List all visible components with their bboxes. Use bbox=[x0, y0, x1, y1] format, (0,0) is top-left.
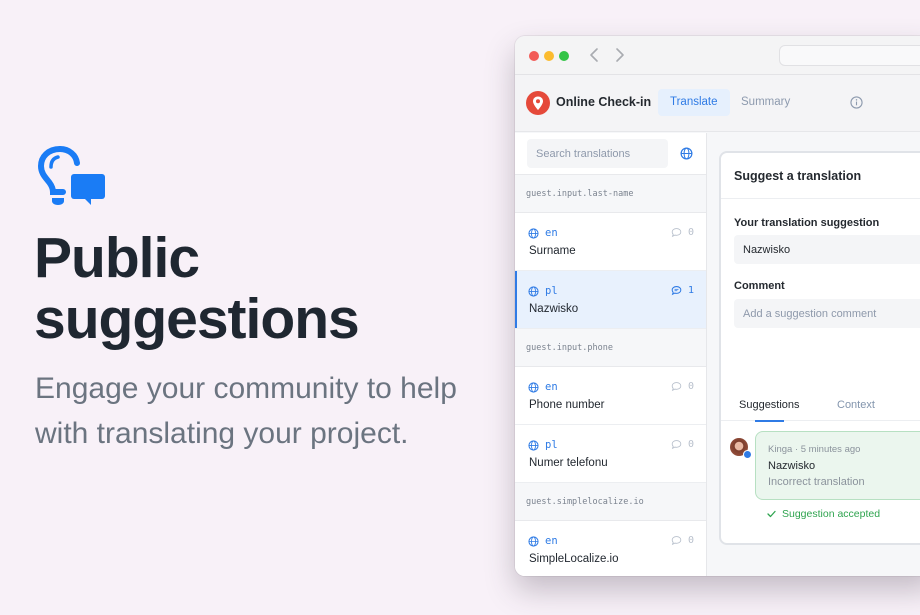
globe-icon bbox=[528, 535, 539, 547]
chevron-left-icon[interactable] bbox=[589, 45, 599, 65]
language-tag: pl bbox=[528, 439, 558, 451]
translation-row[interactable]: en 0 Surname bbox=[515, 213, 706, 271]
comment-icon bbox=[671, 536, 682, 546]
map-pin-icon bbox=[526, 91, 550, 115]
translation-row[interactable]: en 0 Phone number bbox=[515, 367, 706, 425]
language-tag: en bbox=[528, 535, 558, 547]
comment-count[interactable]: 0 bbox=[671, 227, 694, 238]
translation-key[interactable]: guest.input.phone bbox=[515, 329, 706, 367]
lightbulb-chat-icon bbox=[37, 146, 105, 205]
search-translations-input[interactable] bbox=[527, 139, 668, 168]
translation-row[interactable]: en 0 SimpleLocalize.io bbox=[515, 521, 706, 576]
globe-icon bbox=[528, 439, 539, 451]
translation-text: SimpleLocalize.io bbox=[529, 553, 619, 565]
comment-label: Comment bbox=[734, 280, 785, 292]
translation-row[interactable]: pl 0 Numer telefonu bbox=[515, 425, 706, 483]
app-header: Online Check-in Translate Summary bbox=[515, 75, 920, 132]
info-icon[interactable] bbox=[850, 96, 863, 109]
translation-key[interactable]: guest.simplelocalize.io bbox=[515, 483, 706, 521]
suggestion-comment-input[interactable] bbox=[734, 299, 920, 328]
suggestion-text: Nazwisko bbox=[768, 460, 816, 472]
suggestion-status-text: Suggestion accepted bbox=[782, 508, 881, 520]
globe-icon bbox=[528, 381, 539, 393]
hero-title-line2: suggestions bbox=[34, 287, 360, 351]
suggestion-comment: Incorrect translation bbox=[768, 476, 865, 488]
project-title: Online Check-in bbox=[556, 95, 652, 109]
tab-suggestions[interactable]: Suggestions bbox=[739, 399, 800, 422]
globe-icon bbox=[528, 285, 539, 297]
translation-text: Nazwisko bbox=[529, 303, 579, 315]
comment-icon bbox=[671, 440, 682, 450]
address-bar[interactable] bbox=[779, 45, 920, 66]
translation-text: Numer telefonu bbox=[529, 457, 608, 469]
window-titlebar bbox=[515, 36, 920, 75]
app-window: Online Check-in Translate Summary guest.… bbox=[515, 36, 920, 576]
hero-title-line1: Public bbox=[34, 226, 200, 290]
suggestion-tabs: Suggestions Context bbox=[721, 391, 920, 422]
language-code: en bbox=[545, 381, 558, 393]
translation-key[interactable]: guest.input.last-name bbox=[515, 175, 706, 213]
minimize-window-button[interactable] bbox=[544, 51, 554, 61]
zoom-window-button[interactable] bbox=[559, 51, 569, 61]
language-code: en bbox=[545, 227, 558, 239]
language-code: en bbox=[545, 535, 558, 547]
chevron-right-icon[interactable] bbox=[615, 45, 625, 65]
globe-icon[interactable] bbox=[680, 147, 693, 160]
comment-count[interactable]: 0 bbox=[671, 535, 694, 546]
comment-icon bbox=[671, 286, 682, 296]
language-tag: pl bbox=[528, 285, 558, 297]
suggestion-status: Suggestion accepted bbox=[767, 508, 880, 520]
comment-count[interactable]: 0 bbox=[671, 439, 694, 450]
search-row bbox=[515, 133, 706, 175]
language-tag: en bbox=[528, 227, 558, 239]
verified-badge-icon bbox=[743, 450, 752, 459]
checkmark-icon bbox=[767, 510, 776, 518]
tab-context[interactable]: Context bbox=[837, 399, 875, 411]
suggestion-meta: Kinga · 5 minutes ago bbox=[768, 444, 861, 455]
hero-title: Public suggestions bbox=[34, 226, 360, 351]
language-code: pl bbox=[545, 285, 558, 297]
comment-count[interactable]: 1 bbox=[671, 285, 694, 296]
translation-suggestion-input[interactable] bbox=[734, 235, 920, 264]
hero-subtitle: Engage your community to help with trans… bbox=[35, 372, 457, 450]
suggestion-item[interactable]: Kinga · 5 minutes ago Nazwisko Incorrect… bbox=[755, 431, 920, 500]
translation-row-selected[interactable]: pl 1 Nazwisko bbox=[515, 271, 706, 329]
language-code: pl bbox=[545, 439, 558, 451]
translation-text: Surname bbox=[529, 245, 576, 257]
comment-count[interactable]: 0 bbox=[671, 381, 694, 392]
card-title: Suggest a translation bbox=[721, 153, 920, 199]
comment-icon bbox=[671, 228, 682, 238]
suggest-translation-card: Suggest a translation Your translation s… bbox=[719, 151, 920, 545]
tab-summary[interactable]: Summary bbox=[729, 89, 802, 116]
globe-icon bbox=[528, 227, 539, 239]
tab-translate[interactable]: Translate bbox=[658, 89, 730, 116]
language-tag: en bbox=[528, 381, 558, 393]
suggestion-label: Your translation suggestion bbox=[734, 217, 880, 229]
close-window-button[interactable] bbox=[529, 51, 539, 61]
suggestion-pane: Suggest a translation Your translation s… bbox=[707, 133, 920, 576]
translation-text: Phone number bbox=[529, 399, 605, 411]
comment-icon bbox=[671, 382, 682, 392]
translations-list: guest.input.last-name en 0 Surname pl bbox=[515, 133, 707, 576]
